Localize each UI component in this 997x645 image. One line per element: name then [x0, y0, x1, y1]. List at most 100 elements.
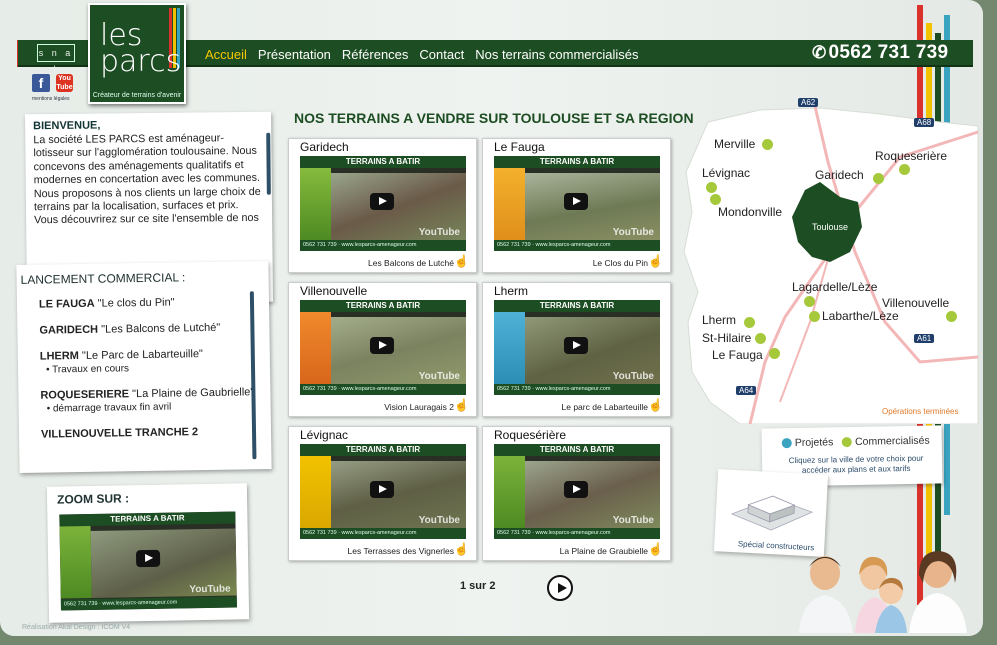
- launch-item[interactable]: ROQUESERIERE "La Plaine de Gaubrielle" • …: [40, 386, 260, 415]
- video-thumb[interactable]: TERRAINS A BATIR YouTube 0562 731 739 · …: [494, 156, 660, 251]
- zoom-title: ZOOM SUR :: [56, 491, 130, 507]
- tile-lherm[interactable]: Lherm TERRAINS A BATIR YouTube 0562 731 …: [482, 282, 671, 417]
- play-icon[interactable]: [370, 481, 394, 498]
- city-dot[interactable]: [744, 317, 755, 328]
- launch-place: ROQUESERIERE: [40, 388, 130, 402]
- thumb-header: TERRAINS A BATIR: [494, 156, 660, 168]
- launch-place: LHERM: [39, 350, 80, 363]
- thumb-footer: 0562 731 739 · www.lesparcs-amenageur.co…: [300, 384, 466, 395]
- city-villenouvelle[interactable]: Villenouvelle: [882, 296, 949, 310]
- tile-caption: La Plaine de Graubielle: [559, 546, 648, 556]
- phone-text: 0562 731 739: [828, 42, 949, 63]
- nav-contact[interactable]: Contact: [419, 47, 464, 62]
- thumb-left-panel: [494, 456, 525, 528]
- logo-tagline: Créateur de terrains d'avenir: [92, 92, 182, 99]
- city-dot[interactable]: [710, 194, 721, 205]
- play-icon[interactable]: [370, 337, 394, 354]
- family-photo: [795, 545, 975, 633]
- tile-name: Le Fauga: [494, 140, 545, 154]
- operations-terminees-link[interactable]: Opérations terminées: [882, 407, 958, 416]
- special-constructeurs-button[interactable]: Spécial constructeurs: [713, 469, 829, 557]
- thumb-footer: 0562 731 739 · www.lesparcs-amenageur.co…: [494, 384, 660, 395]
- city-merville[interactable]: Merville: [714, 137, 755, 151]
- video-thumb[interactable]: TERRAINS A BATIR YouTube 0562 731 739 · …: [494, 444, 660, 539]
- road-a68: A68: [914, 118, 935, 127]
- zoom-video-thumb[interactable]: TERRAINS A BATIR YouTube 0562 731 739 · …: [59, 511, 237, 611]
- city-dot[interactable]: [946, 311, 957, 322]
- tile-levignac[interactable]: Lévignac TERRAINS A BATIR YouTube 0562 7…: [288, 426, 477, 561]
- family-illustration: [799, 551, 967, 633]
- tile-roqueseriere[interactable]: Roquesérière TERRAINS A BATIR YouTube 05…: [482, 426, 671, 561]
- nav-terrains-commercialises[interactable]: Nos terrains commercialisés: [475, 47, 638, 62]
- nav-accueil[interactable]: Accueil: [205, 47, 247, 62]
- play-icon[interactable]: [135, 549, 161, 568]
- facebook-icon[interactable]: f: [32, 74, 50, 92]
- nav-references[interactable]: Références: [342, 47, 408, 62]
- launch-name: "Le clos du Pin": [97, 296, 175, 310]
- youtube-icon[interactable]: You Tube: [56, 73, 73, 93]
- thumb-left-panel: [494, 312, 525, 384]
- snal-logo[interactable]: s n a l: [37, 44, 75, 74]
- play-icon[interactable]: [564, 337, 588, 354]
- phone-number[interactable]: ✆ 0562 731 739: [812, 42, 948, 64]
- logo-text: les parcs: [100, 18, 182, 79]
- les-parcs-logo[interactable]: les parcs Créateur de terrains d'avenir: [88, 3, 186, 104]
- welcome-scrollbar[interactable]: [266, 132, 271, 195]
- city-dot[interactable]: [762, 139, 773, 150]
- legend-commercialized: Commercialisés: [854, 434, 930, 448]
- hand-pointer-icon: ☝: [648, 398, 663, 412]
- city-garidech[interactable]: Garidech: [815, 168, 864, 182]
- tile-villenouvelle[interactable]: Villenouvelle TERRAINS A BATIR YouTube 0…: [288, 282, 477, 417]
- launch-item[interactable]: LE FAUGA "Le clos du Pin": [39, 295, 259, 311]
- city-le-fauga[interactable]: Le Fauga: [712, 348, 763, 362]
- thumb-left-panel: [300, 312, 331, 384]
- youtube-watermark: YouTube: [189, 583, 231, 596]
- city-dot[interactable]: [899, 164, 910, 175]
- tile-name: Villenouvelle: [300, 284, 368, 298]
- launch-title: LANCEMENT COMMERCIAL :: [20, 270, 186, 287]
- city-dot[interactable]: [769, 348, 780, 359]
- city-labarthe[interactable]: Labarthe/Lèze: [822, 309, 899, 323]
- launch-place: GARIDECH: [39, 323, 99, 337]
- city-lagardelle[interactable]: Lagardelle/Lèze: [792, 280, 877, 294]
- legal-mentions-link[interactable]: mentions légales: [32, 96, 70, 102]
- thumb-footer: 0562 731 739 · www.lesparcs-amenageur.co…: [494, 528, 660, 539]
- main-nav: Accueil Présentation Références Contact …: [205, 47, 638, 62]
- region-map: Toulouse A62 A68 A61 A64 Merville Roques…: [680, 98, 980, 425]
- city-dot[interactable]: [809, 311, 820, 322]
- city-st-hilaire[interactable]: St-Hilaire: [702, 331, 751, 345]
- tile-garidech[interactable]: Garidech TERRAINS A BATIR YouTube 0562 7…: [288, 138, 477, 273]
- city-dot[interactable]: [755, 333, 766, 344]
- thumb-left-panel: [494, 168, 525, 240]
- city-dot[interactable]: [804, 296, 815, 307]
- city-dot[interactable]: [873, 173, 884, 184]
- city-lherm[interactable]: Lherm: [702, 313, 736, 327]
- thumb-header: TERRAINS A BATIR: [494, 444, 660, 456]
- video-thumb[interactable]: TERRAINS A BATIR YouTube 0562 731 739 · …: [300, 156, 466, 251]
- youtube-watermark: YouTube: [612, 227, 654, 238]
- video-thumb[interactable]: TERRAINS A BATIR YouTube 0562 731 739 · …: [300, 300, 466, 395]
- city-mondonville[interactable]: Mondonville: [718, 205, 782, 219]
- launch-item[interactable]: VILLENOUVELLE TRANCHE 2: [41, 425, 261, 441]
- play-icon[interactable]: [564, 193, 588, 210]
- phone-icon: ✆: [812, 43, 827, 62]
- credit[interactable]: Réalisation Akal Design : ICOM V4: [22, 624, 130, 631]
- thumb-header: TERRAINS A BATIR: [494, 300, 660, 312]
- video-thumb[interactable]: TERRAINS A BATIR YouTube 0562 731 739 · …: [300, 444, 466, 539]
- nav-presentation[interactable]: Présentation: [258, 47, 331, 62]
- city-roqueseriere[interactable]: Roqueserière: [875, 149, 947, 163]
- video-thumb[interactable]: TERRAINS A BATIR YouTube 0562 731 739 · …: [494, 300, 660, 395]
- play-icon[interactable]: [564, 481, 588, 498]
- launch-item[interactable]: LHERM "Le Parc de Labarteuille" • Travaux…: [40, 347, 260, 376]
- launch-item[interactable]: GARIDECH "Les Balcons de Lutché": [39, 321, 259, 337]
- hand-pointer-icon: ☝: [648, 254, 663, 268]
- launch-card: LANCEMENT COMMERCIAL : LE FAUGA "Le clos…: [16, 261, 272, 473]
- city-dot[interactable]: [706, 182, 717, 193]
- section-title: NOS TERRAINS A VENDRE SUR TOULOUSE ET SA…: [294, 110, 694, 126]
- city-levignac[interactable]: Lévignac: [702, 166, 750, 180]
- thumb-left-panel: [300, 456, 331, 528]
- next-page-icon[interactable]: [547, 575, 573, 601]
- tile-le-fauga[interactable]: Le Fauga TERRAINS A BATIR YouTube 0562 7…: [482, 138, 671, 273]
- play-icon[interactable]: [370, 193, 394, 210]
- building-icon: [730, 495, 814, 531]
